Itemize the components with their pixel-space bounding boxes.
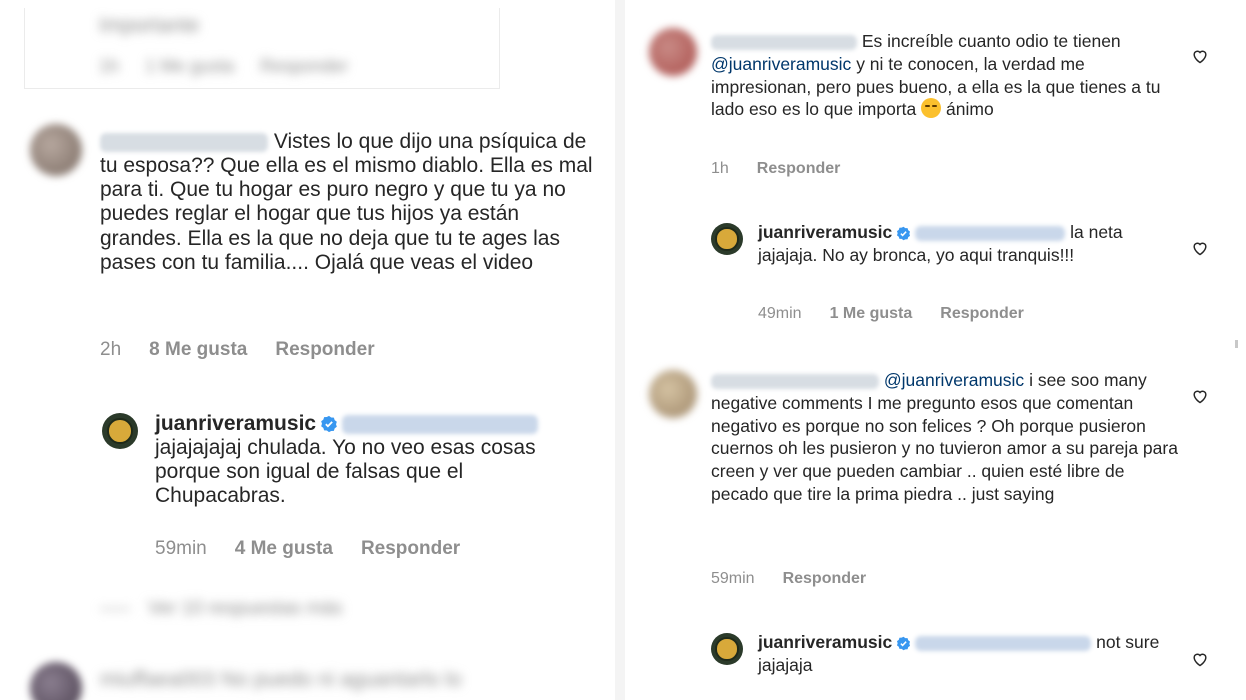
comment-meta: 59min Responder bbox=[711, 570, 894, 588]
blurred-comment-text: Importante bbox=[99, 14, 200, 37]
comment-time: 2h bbox=[100, 339, 122, 360]
mention-link[interactable]: @juanriveramusic bbox=[711, 54, 851, 74]
username[interactable]: juanriveramusic bbox=[155, 412, 316, 435]
reply-time: 59min bbox=[155, 538, 207, 559]
panel-divider bbox=[615, 0, 625, 700]
reply-button[interactable]: Responder bbox=[940, 305, 1024, 323]
blurred-mention[interactable] bbox=[915, 225, 1066, 242]
like-heart-icon[interactable] bbox=[1191, 388, 1209, 404]
likes-count[interactable]: 4 Me gusta bbox=[235, 538, 333, 560]
reply-body: juanriveramusic not sure jajajaja bbox=[758, 631, 1168, 677]
avatar[interactable] bbox=[649, 28, 697, 76]
blurred-likes: 1 Me gusta bbox=[145, 56, 235, 76]
reply-button[interactable]: Responder bbox=[275, 339, 374, 361]
reply-time: 49min bbox=[758, 305, 802, 322]
blurred-username[interactable] bbox=[711, 373, 879, 390]
reply-button[interactable]: Responder bbox=[783, 570, 867, 588]
scrollbar-indicator[interactable] bbox=[1235, 340, 1238, 348]
previous-reply-box: Importante 1h 1 Me gusta Responder bbox=[24, 8, 500, 89]
avatar-face bbox=[715, 227, 739, 251]
like-heart-icon[interactable] bbox=[1191, 48, 1209, 64]
reply-button[interactable]: Responder bbox=[757, 160, 841, 178]
left-comments-panel: Importante 1h 1 Me gusta Responder Viste… bbox=[0, 0, 615, 700]
avatar[interactable] bbox=[711, 633, 743, 665]
comment-text: Es increíble cuanto odio te tienen bbox=[861, 31, 1121, 51]
blurred-reply: Responder bbox=[260, 56, 349, 76]
like-heart-icon[interactable] bbox=[1191, 240, 1209, 256]
blurred-username[interactable] bbox=[100, 133, 268, 152]
avatar[interactable] bbox=[649, 370, 697, 418]
right-comments-panel: Es increíble cuanto odio te tienen @juan… bbox=[625, 0, 1246, 700]
reply-text: jajajajajaj chulada. Yo no veo esas cosa… bbox=[155, 436, 536, 508]
blurred-mention[interactable] bbox=[342, 415, 539, 434]
username[interactable]: juanriveramusic bbox=[758, 632, 892, 652]
comment-time: 1h bbox=[711, 160, 729, 177]
smiling-face-emoji-icon bbox=[921, 98, 942, 119]
likes-count[interactable]: 8 Me gusta bbox=[149, 339, 247, 361]
replies-line bbox=[100, 608, 130, 610]
comment-meta: 2h 8 Me gusta Responder bbox=[100, 339, 403, 361]
blurred-mention[interactable] bbox=[915, 635, 1092, 652]
comment-body: Vistes lo que dijo una psíquica de tu es… bbox=[100, 130, 600, 275]
avatar[interactable] bbox=[102, 413, 138, 449]
avatar-face bbox=[107, 418, 133, 444]
like-heart-icon[interactable] bbox=[1191, 651, 1209, 667]
reply-body: juanriveramusic jajajajajaj chulada. Yo … bbox=[155, 412, 595, 509]
reply-button[interactable]: Responder bbox=[361, 538, 460, 560]
verified-badge-icon bbox=[321, 416, 337, 433]
blurred-time: 1h bbox=[99, 56, 120, 76]
avatar[interactable] bbox=[711, 223, 743, 255]
comment-meta: 1h Responder bbox=[711, 160, 868, 178]
comment-text-end: ánimo bbox=[946, 99, 994, 120]
reply-body: juanriveramusic la neta jajajaja. No ay … bbox=[758, 221, 1168, 267]
view-replies-label: Ver 10 respuestas más bbox=[148, 598, 343, 619]
avatar[interactable] bbox=[30, 662, 82, 700]
view-more-replies[interactable]: Ver 10 respuestas más bbox=[100, 598, 342, 620]
avatar[interactable] bbox=[30, 124, 82, 176]
comment-time: 59min bbox=[711, 570, 755, 587]
blurred-username[interactable] bbox=[711, 34, 857, 51]
comment-body: Es increíble cuanto odio te tienen @juan… bbox=[711, 30, 1181, 121]
verified-badge-icon bbox=[897, 226, 911, 241]
verified-badge-icon bbox=[897, 636, 911, 651]
blurred-meta: 1h 1 Me gusta Responder bbox=[99, 56, 348, 77]
mention-link[interactable]: @juanriveramusic bbox=[884, 370, 1024, 390]
comment-text: i see soo many negative comments I me pr… bbox=[711, 370, 1178, 504]
blurred-comment-text: miuffaea003 No puedo ni aguantarlo lo bbox=[100, 668, 462, 691]
reply-meta: 59min 4 Me gusta Responder bbox=[155, 538, 488, 560]
username[interactable]: juanriveramusic bbox=[758, 222, 892, 242]
reply-meta: 49min 1 Me gusta Responder bbox=[758, 305, 1052, 323]
avatar-face bbox=[715, 637, 739, 661]
likes-count[interactable]: 1 Me gusta bbox=[830, 305, 913, 323]
comment-body: @juanriveramusic i see soo many negative… bbox=[711, 369, 1181, 506]
